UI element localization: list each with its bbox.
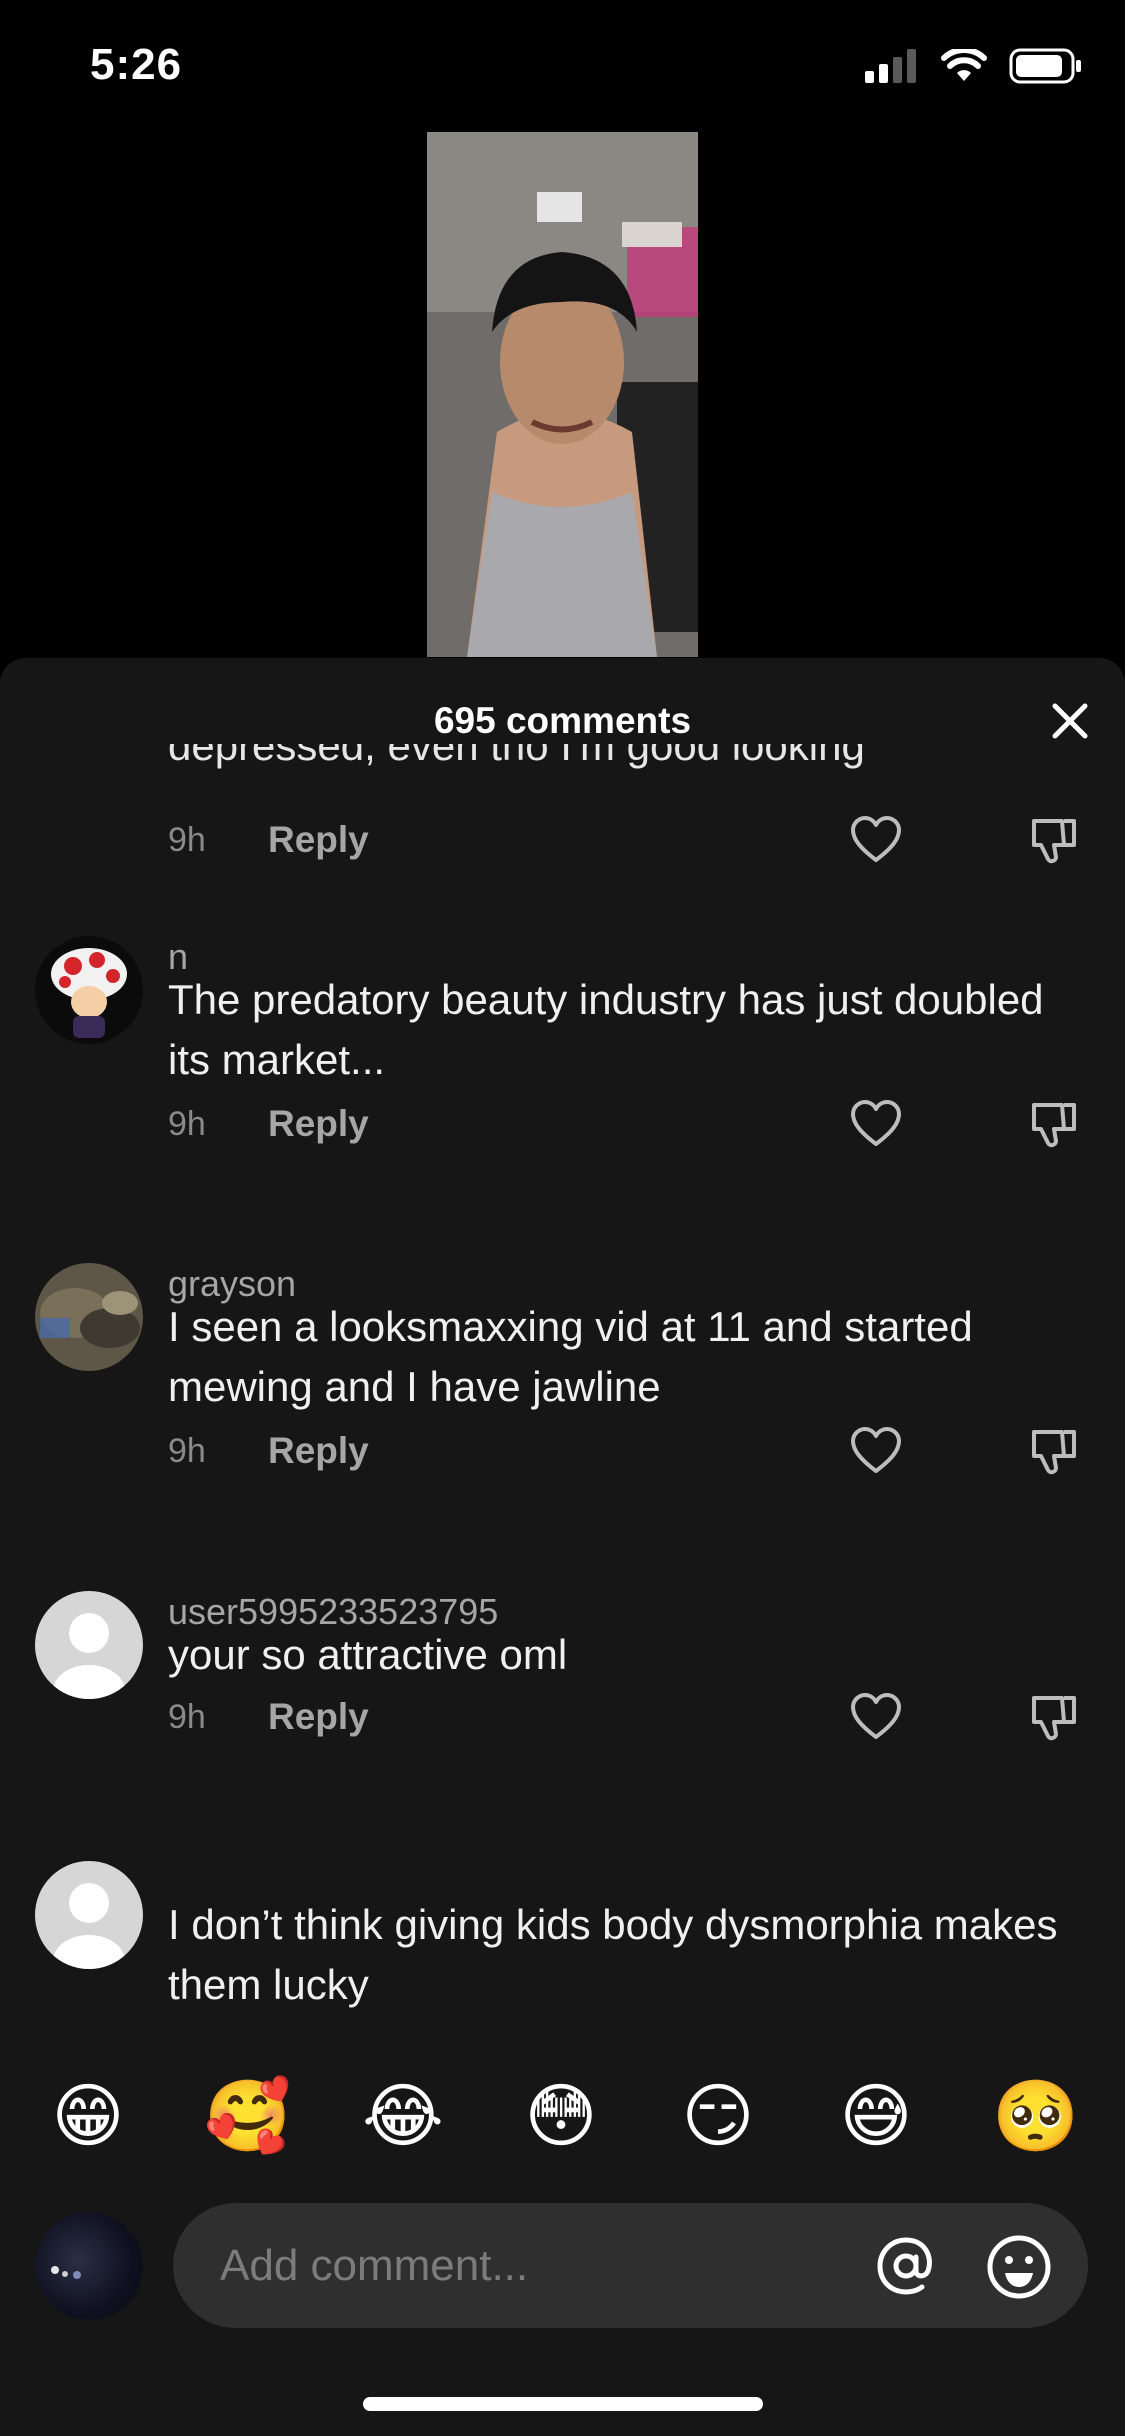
avatar[interactable] xyxy=(35,1263,143,1371)
close-icon[interactable] xyxy=(1045,696,1095,746)
video-thumbnail[interactable] xyxy=(427,132,698,657)
emoji-picker-icon[interactable] xyxy=(985,2233,1053,2301)
avatar[interactable] xyxy=(35,1591,143,1699)
comment-text: I seen a looksmaxxing vid at 11 and star… xyxy=(168,1303,973,1410)
pleading-emoji-button[interactable]: 🥺 xyxy=(992,2075,1079,2157)
video-frame-illustration xyxy=(427,132,698,657)
avatar[interactable] xyxy=(35,1861,143,1969)
comment-meta-row: 9h Reply xyxy=(168,1426,1118,1476)
heart-icon[interactable] xyxy=(850,1692,902,1742)
status-time: 5:26 xyxy=(90,40,183,89)
reply-button[interactable]: Reply xyxy=(268,819,369,861)
my-avatar[interactable] xyxy=(35,2212,143,2320)
comment-time: 9h xyxy=(168,1698,206,1736)
status-bar: 5:26 xyxy=(0,0,1125,130)
sweat-smile-emoji-button[interactable]: 😅 xyxy=(835,2075,917,2157)
comment-input[interactable] xyxy=(220,2203,820,2328)
comments-count-title: 695 comments xyxy=(433,700,692,741)
heart-icon[interactable] xyxy=(850,1099,902,1149)
comments-header: 695 comments xyxy=(0,658,1125,780)
comment-meta-row: 9h Reply xyxy=(168,1099,1118,1149)
comment-meta-row: 9h Reply xyxy=(168,815,1118,865)
quick-emoji-bar: 😁 🥰 😂 😳 😏 😅 🥺 xyxy=(0,2075,1125,2165)
status-icons xyxy=(865,48,1083,84)
comment-time: 9h xyxy=(168,1432,206,1470)
comment-time: 9h xyxy=(168,1105,206,1143)
comment-text: your so attractive oml xyxy=(168,1631,568,1678)
thumbs-down-icon[interactable] xyxy=(1028,1099,1080,1149)
home-indicator xyxy=(363,2397,763,2411)
joy-emoji-button[interactable]: 😂 xyxy=(362,2075,444,2157)
heart-icon[interactable] xyxy=(850,1426,902,1476)
reply-button[interactable]: Reply xyxy=(268,1103,369,1145)
thumbs-down-icon[interactable] xyxy=(1028,815,1080,865)
cellular-signal-icon xyxy=(865,49,916,83)
reply-button[interactable]: Reply xyxy=(268,1696,369,1738)
comment-composer xyxy=(0,2200,1125,2330)
reply-button[interactable]: Reply xyxy=(268,1430,369,1472)
heart-icon[interactable] xyxy=(850,815,902,865)
grinning-emoji-button[interactable]: 😁 xyxy=(47,2075,129,2157)
comments-sheet: depressed, even tho I'm good looking 695… xyxy=(0,658,1125,2436)
battery-icon xyxy=(1009,48,1081,84)
thumbs-down-icon[interactable] xyxy=(1028,1692,1080,1742)
comment-input-pill[interactable] xyxy=(173,2203,1088,2328)
thumbs-down-icon[interactable] xyxy=(1028,1426,1080,1476)
smiling-hearts-emoji-button[interactable]: 🥰 xyxy=(204,2075,291,2157)
flushed-emoji-button[interactable]: 😳 xyxy=(520,2075,602,2157)
comment-text: The predatory beauty industry has just d… xyxy=(168,976,1044,1083)
comment-text: I don’t think giving kids body dysmorphi… xyxy=(168,1901,1058,2008)
mention-at-icon[interactable] xyxy=(873,2233,939,2299)
smirk-emoji-button[interactable]: 😏 xyxy=(677,2075,759,2157)
wifi-icon xyxy=(941,49,987,81)
comment-time: 9h xyxy=(168,821,206,859)
avatar[interactable] xyxy=(35,936,143,1044)
comment-meta-row: 9h Reply xyxy=(168,1692,1118,1742)
